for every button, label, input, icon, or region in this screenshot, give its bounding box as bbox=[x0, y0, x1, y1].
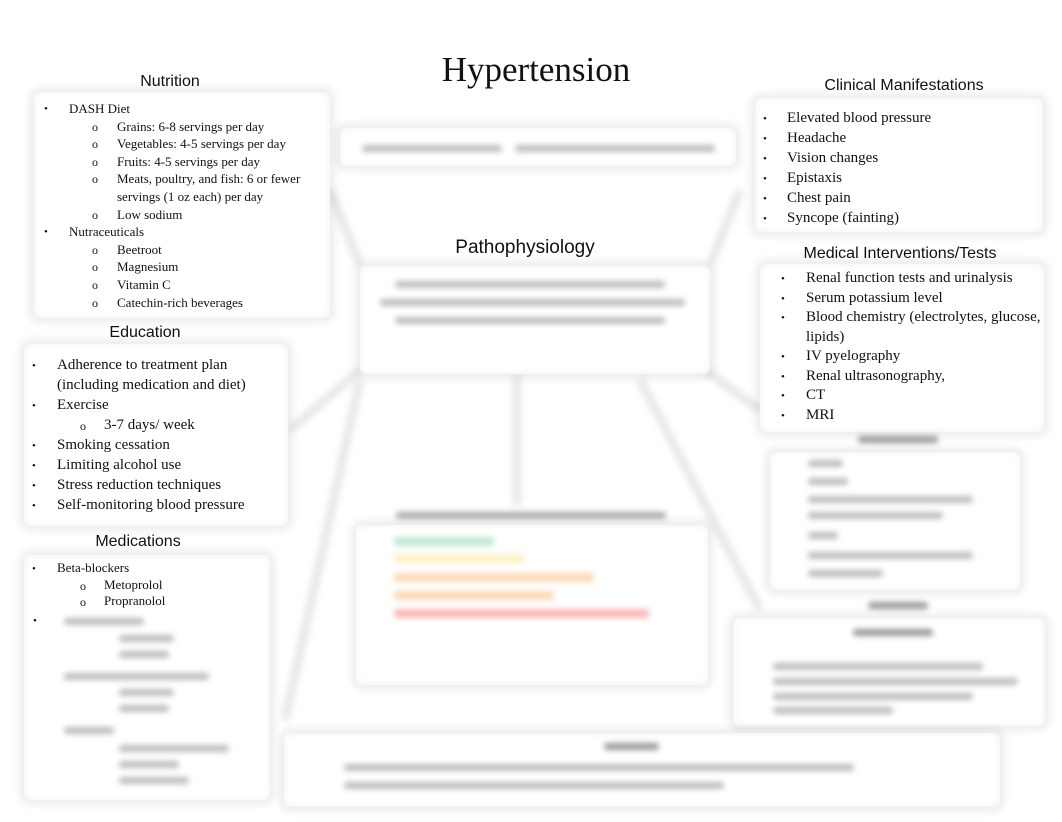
list-item: Syncope (fainting) bbox=[755, 208, 1043, 229]
nutrition-list: DASH DietGrains: 6-8 servings per dayVeg… bbox=[34, 100, 330, 312]
list-item: Elevated blood pressure bbox=[755, 108, 1043, 129]
connector-line bbox=[327, 189, 363, 266]
clinical-manifestations-list: Elevated blood pressureHeadacheVision ch… bbox=[755, 108, 1043, 229]
pathophysiology-text-obscured bbox=[395, 317, 665, 324]
bp-classification-title-obscured bbox=[396, 512, 666, 519]
list-item: Blood chemistry (electrolytes, glucose, … bbox=[760, 308, 1044, 347]
connector-line bbox=[703, 367, 762, 413]
classification-row-crisis bbox=[394, 609, 649, 618]
list-item: Beta-blockers bbox=[24, 560, 270, 577]
medical-interventions-box: Renal function tests and urinalysisSerum… bbox=[760, 264, 1044, 432]
sub-list-item: Propranolol bbox=[24, 593, 270, 610]
sub-list-item: Metoprolol bbox=[24, 577, 270, 594]
nutrition-title: Nutrition bbox=[140, 73, 200, 90]
list-item: Renal ultrasonography, bbox=[760, 367, 1044, 386]
classification-row-elevated bbox=[394, 554, 524, 563]
medical-interventions-list: Renal function tests and urinalysisSerum… bbox=[760, 269, 1044, 426]
pathophysiology-box bbox=[360, 266, 710, 374]
classification-row-stage2 bbox=[394, 591, 554, 600]
sub-list-item: Vitamin C bbox=[34, 276, 330, 294]
definition-text-obscured bbox=[515, 145, 715, 152]
medications-box: Beta-blockersMetoprololPropranolol • bbox=[24, 555, 270, 800]
bullet-marker: • bbox=[33, 615, 37, 627]
pathophysiology-text-obscured bbox=[380, 299, 685, 306]
list-item: Limiting alcohol use bbox=[24, 455, 288, 476]
list-item: Smoking cessation bbox=[24, 435, 288, 456]
list-item: Epistaxis bbox=[755, 168, 1043, 189]
sub-list-item: Magnesium bbox=[34, 258, 330, 276]
list-item: IV pyelography bbox=[760, 347, 1044, 367]
nutrition-box: DASH DietGrains: 6-8 servings per dayVeg… bbox=[34, 92, 330, 318]
list-item: Stress reduction techniques bbox=[24, 475, 288, 496]
education-box: Adherence to treatment plan (including m… bbox=[24, 344, 288, 526]
list-item: CT bbox=[760, 386, 1044, 406]
list-item: Self-monitoring blood pressure bbox=[24, 495, 288, 516]
list-item: Headache bbox=[755, 128, 1043, 149]
medications-title: Medications bbox=[95, 533, 181, 550]
education-title: Education bbox=[109, 324, 181, 341]
clinical-manifestations-box: Elevated blood pressureHeadacheVision ch… bbox=[755, 98, 1043, 232]
right-obscured-box bbox=[770, 452, 1020, 590]
list-item: Renal function tests and urinalysis bbox=[760, 269, 1044, 289]
list-item: Nutraceuticals bbox=[34, 223, 330, 241]
list-item: Adherence to treatment plan (including m… bbox=[24, 355, 288, 395]
connector-line bbox=[282, 379, 363, 721]
list-item: MRI bbox=[760, 406, 1044, 425]
bp-classification-box bbox=[356, 512, 708, 685]
pathophysiology-text-obscured bbox=[395, 281, 665, 288]
classification-row-stage1 bbox=[394, 573, 594, 582]
classification-row-normal bbox=[394, 537, 494, 546]
list-item: Vision changes bbox=[755, 148, 1043, 169]
list-item: Exercise bbox=[24, 395, 288, 416]
sub-list-item: Meats, poultry, and fish: 6 or fewer ser… bbox=[34, 170, 330, 205]
list-item: Serum potassium level bbox=[760, 289, 1044, 308]
definition-box bbox=[340, 128, 736, 166]
sub-list-item: Catechin-rich beverages bbox=[34, 294, 330, 312]
bottom-obscured-box bbox=[284, 733, 1000, 807]
medical-interventions-title: Medical Interventions/Tests bbox=[803, 245, 997, 262]
definition-text-obscured bbox=[362, 145, 502, 152]
sub-list-item: 3-7 days/ week bbox=[24, 415, 288, 436]
list-item: Chest pain bbox=[755, 188, 1043, 209]
sub-list-item: Fruits: 4-5 servings per day bbox=[34, 153, 330, 171]
pathophysiology-title: Pathophysiology bbox=[455, 237, 595, 258]
lower-right-obscured-box bbox=[733, 618, 1045, 726]
sub-list-item: Low sodium bbox=[34, 206, 330, 224]
education-list: Adherence to treatment plan (including m… bbox=[24, 355, 288, 516]
medications-list: Beta-blockersMetoprololPropranolol bbox=[24, 560, 270, 610]
connector-line bbox=[707, 189, 743, 266]
list-item: DASH Diet bbox=[34, 100, 330, 118]
section-title-obscured bbox=[868, 602, 928, 609]
section-title-obscured bbox=[858, 436, 938, 443]
clinical-manifestations-title: Clinical Manifestations bbox=[824, 77, 984, 94]
sub-list-item: Vegetables: 4-5 servings per day bbox=[34, 135, 330, 153]
sub-list-item: Grains: 6-8 servings per day bbox=[34, 118, 330, 136]
sub-list-item: Beetroot bbox=[34, 241, 330, 259]
